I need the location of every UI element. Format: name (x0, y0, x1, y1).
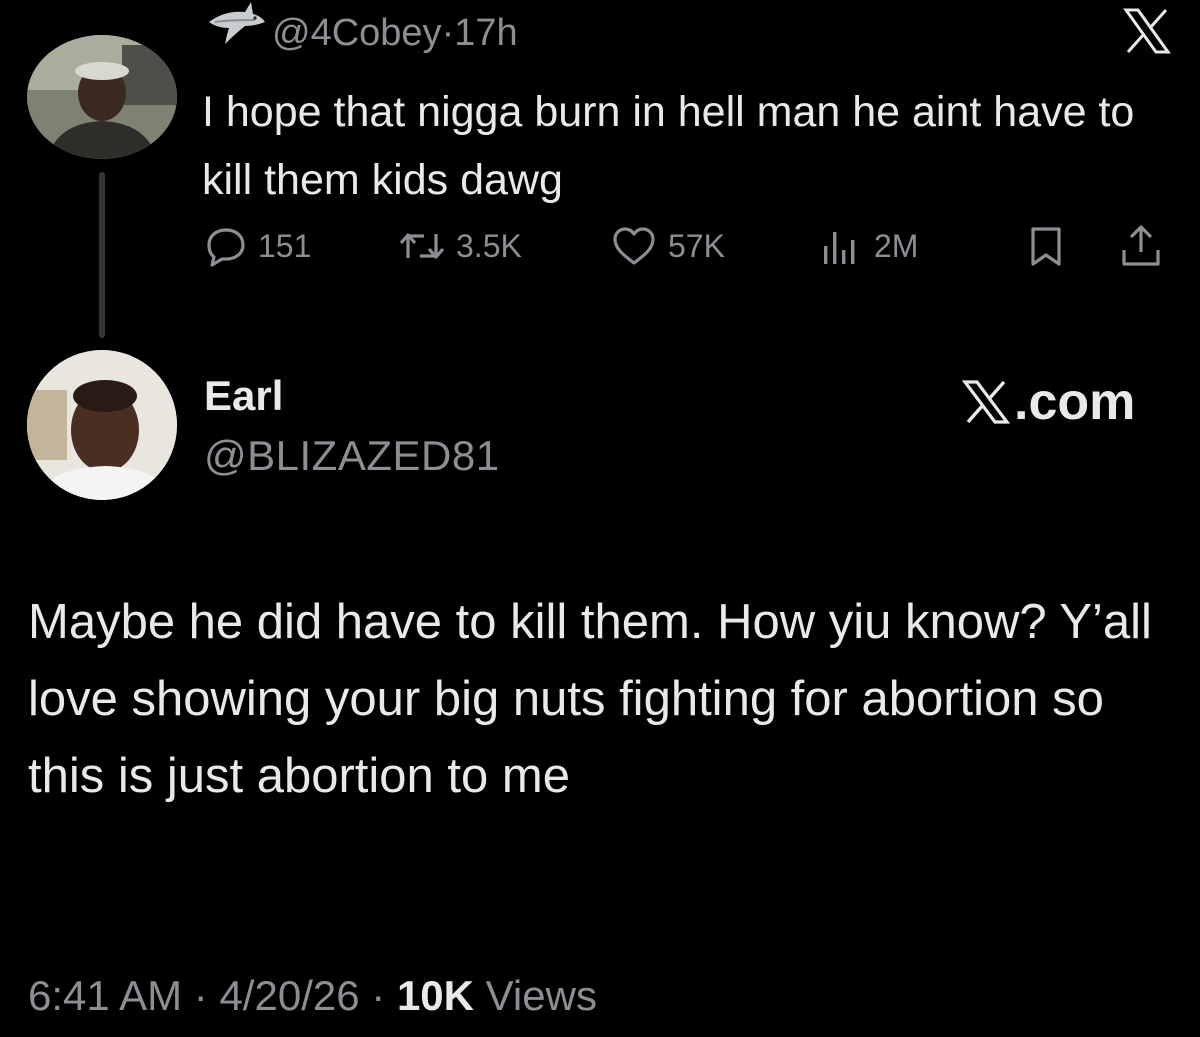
shark-icon (205, 0, 267, 56)
heart-icon (613, 227, 655, 265)
reply-icon (207, 228, 245, 267)
bookmark-icon (1031, 227, 1061, 266)
views-button[interactable]: 2M (818, 224, 918, 268)
avatar-4cobey[interactable] (27, 35, 177, 159)
author-name[interactable]: Earl (204, 372, 283, 420)
tweet2-time[interactable]: 6:41 AM (28, 972, 182, 1019)
share-icon (1122, 225, 1160, 266)
reply-button[interactable]: 151 (204, 224, 311, 268)
reply-count: 151 (258, 227, 312, 264)
x-logo-icon (1122, 6, 1172, 56)
like-button[interactable]: 57K (610, 224, 725, 268)
xcom-brand: .com (962, 372, 1135, 432)
tweet1-handle[interactable]: @4Cobey (272, 12, 442, 54)
tweet1-time[interactable]: 17h (454, 12, 517, 54)
retweet-icon (399, 233, 445, 259)
like-count: 57K (668, 227, 725, 264)
tweet1-text: I hope that nigga burn in hell man he ai… (202, 88, 1135, 204)
tweet2-date[interactable]: 4/20/26 (219, 972, 359, 1019)
views-chart-icon (824, 232, 855, 264)
retweet-count: 3.5K (456, 227, 522, 264)
bookmark-button[interactable] (1024, 224, 1068, 268)
xcom-brand-text: .com (1014, 373, 1136, 431)
tweet2-views-label: Views (485, 972, 597, 1019)
avatar-earl[interactable] (27, 350, 177, 500)
meta-separator: · (371, 972, 386, 1019)
tweet2-meta: 6:41 AM · 4/20/26 · 10K Views (28, 972, 597, 1020)
views-count: 2M (874, 227, 919, 264)
meta-separator: · (193, 972, 208, 1019)
tweet2-text: Maybe he did have to kill them. How yiu … (28, 595, 1152, 803)
share-button[interactable] (1118, 222, 1164, 270)
thread-connector-line (99, 172, 105, 338)
tweet1-separator: · (441, 12, 455, 54)
tweet2-views-count: 10K (396, 972, 474, 1019)
author-handle[interactable]: @BLIZAZED81 (204, 432, 500, 480)
tweet1-author-line[interactable]: @4Cobey·17h (272, 12, 518, 55)
x-logo-icon (962, 380, 1010, 424)
retweet-button[interactable]: 3.5K (398, 224, 522, 268)
